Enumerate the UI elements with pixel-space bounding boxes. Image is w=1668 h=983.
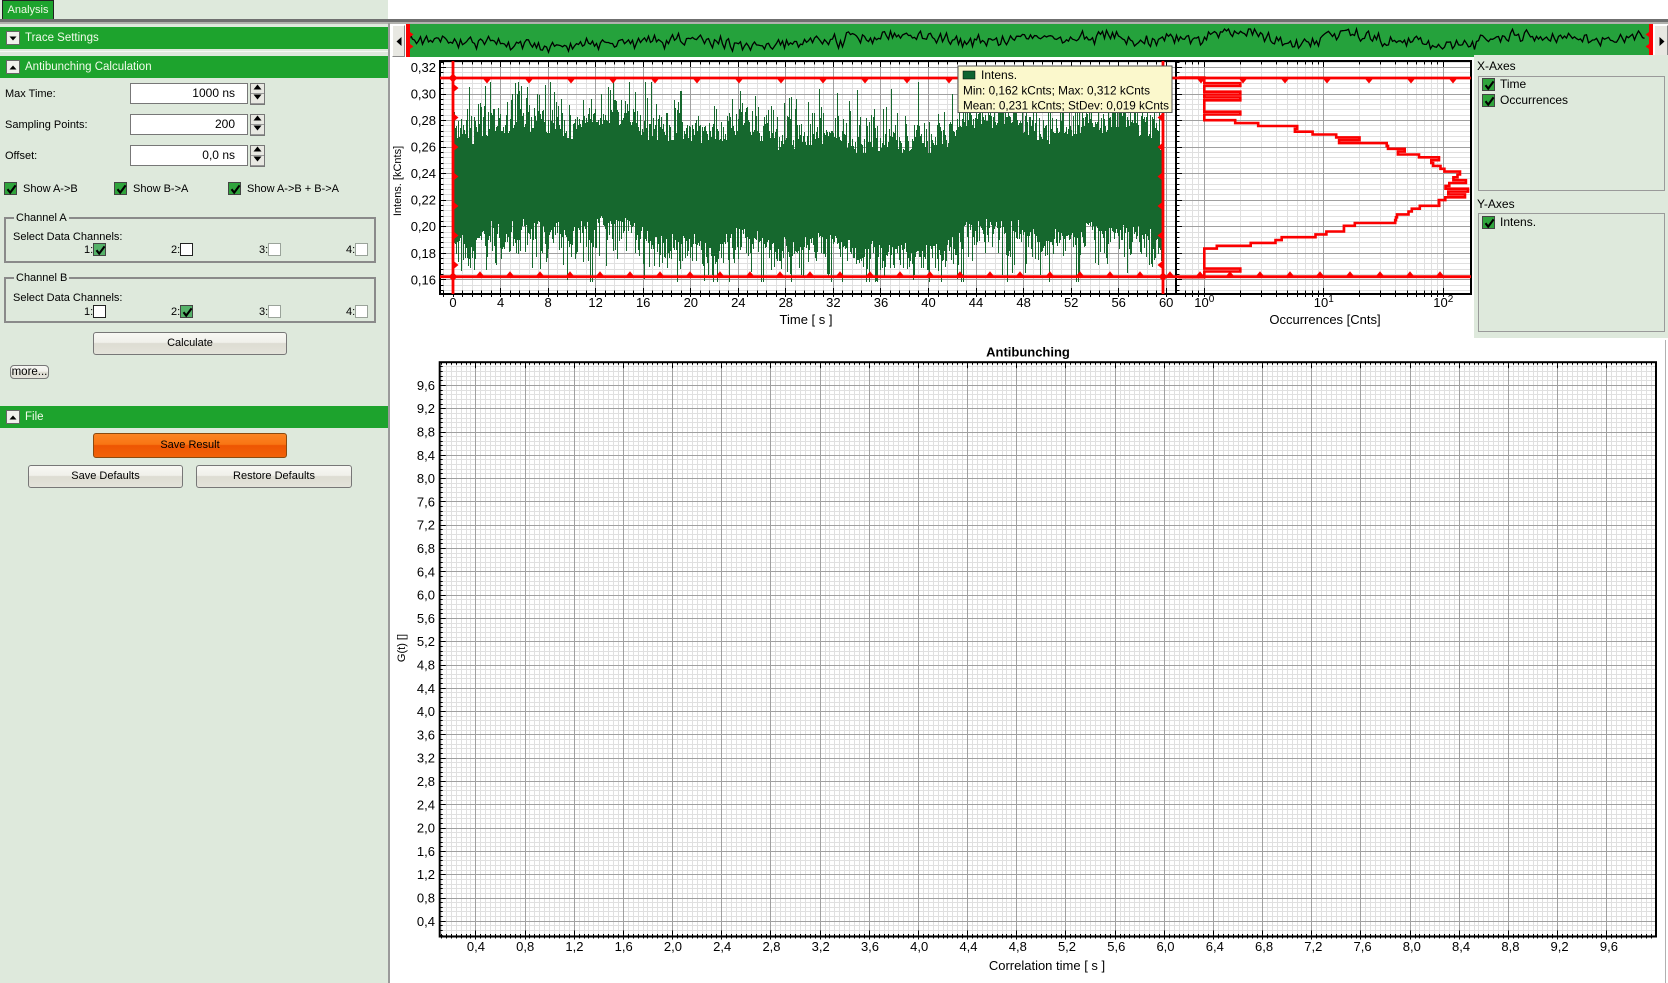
svg-text:9,6: 9,6 (1600, 939, 1618, 954)
svg-text:8,8: 8,8 (417, 425, 435, 440)
svg-text:4,0: 4,0 (910, 939, 928, 954)
svg-text:56: 56 (1111, 295, 1125, 310)
svg-text:4,4: 4,4 (417, 681, 435, 696)
svg-text:3,6: 3,6 (861, 939, 879, 954)
svg-text:4,4: 4,4 (959, 939, 977, 954)
svg-text:8,8: 8,8 (1501, 939, 1519, 954)
svg-text:52: 52 (1064, 295, 1078, 310)
svg-text:3,2: 3,2 (812, 939, 830, 954)
svg-text:2,0: 2,0 (417, 821, 435, 836)
svg-text:5,6: 5,6 (1107, 939, 1125, 954)
svg-text:9,6: 9,6 (417, 378, 435, 393)
svg-text:4,8: 4,8 (417, 658, 435, 673)
svg-text:102: 102 (1433, 294, 1453, 310)
svg-text:5,2: 5,2 (417, 634, 435, 649)
svg-text:Min: 0,162 kCnts; Max: 0,312 k: Min: 0,162 kCnts; Max: 0,312 kCnts (963, 84, 1150, 98)
svg-text:Correlation time [ s ]: Correlation time [ s ] (989, 958, 1105, 973)
svg-text:0,4: 0,4 (467, 939, 485, 954)
svg-text:7,2: 7,2 (1304, 939, 1322, 954)
svg-text:101: 101 (1314, 294, 1334, 310)
svg-text:8,0: 8,0 (1403, 939, 1421, 954)
svg-text:5,6: 5,6 (417, 611, 435, 626)
svg-text:1,2: 1,2 (565, 939, 583, 954)
svg-text:2,4: 2,4 (417, 797, 435, 812)
svg-text:20: 20 (684, 295, 698, 310)
svg-text:1,2: 1,2 (417, 867, 435, 882)
svg-text:Mean: 0,231 kCnts; StDev: 0,01: Mean: 0,231 kCnts; StDev: 0,019 kCnts (963, 99, 1169, 113)
svg-text:28: 28 (779, 295, 793, 310)
svg-text:6,8: 6,8 (1255, 939, 1273, 954)
svg-text:0,4: 0,4 (417, 914, 435, 929)
svg-text:Time [ s ]: Time [ s ] (780, 312, 833, 327)
svg-text:0,20: 0,20 (411, 219, 436, 234)
svg-text:Intens.: Intens. (981, 68, 1017, 82)
svg-text:2,8: 2,8 (417, 774, 435, 789)
svg-text:1,6: 1,6 (615, 939, 633, 954)
svg-text:9,2: 9,2 (1551, 939, 1569, 954)
svg-text:1,6: 1,6 (417, 844, 435, 859)
svg-text:24: 24 (731, 295, 745, 310)
svg-text:0,26: 0,26 (411, 140, 436, 155)
svg-text:0,18: 0,18 (411, 246, 436, 261)
svg-text:4,0: 4,0 (417, 704, 435, 719)
svg-text:40: 40 (921, 295, 935, 310)
svg-text:5,2: 5,2 (1058, 939, 1076, 954)
svg-text:16: 16 (636, 295, 650, 310)
svg-text:12: 12 (588, 295, 602, 310)
svg-text:7,6: 7,6 (417, 494, 435, 509)
svg-text:60: 60 (1159, 295, 1173, 310)
svg-text:0,22: 0,22 (411, 193, 436, 208)
svg-text:32: 32 (826, 295, 840, 310)
svg-text:3,2: 3,2 (417, 751, 435, 766)
svg-text:7,6: 7,6 (1354, 939, 1372, 954)
svg-text:0,8: 0,8 (516, 939, 534, 954)
svg-text:G(t) []: G(t) [] (396, 634, 408, 662)
svg-text:3,6: 3,6 (417, 727, 435, 742)
svg-text:4: 4 (497, 295, 504, 310)
svg-text:0,8: 0,8 (417, 891, 435, 906)
svg-text:44: 44 (969, 295, 983, 310)
svg-text:48: 48 (1016, 295, 1030, 310)
svg-text:9,2: 9,2 (417, 401, 435, 416)
svg-text:4,8: 4,8 (1009, 939, 1027, 954)
svg-text:Occurrences [Cnts]: Occurrences [Cnts] (1269, 312, 1380, 327)
svg-text:2,8: 2,8 (762, 939, 780, 954)
svg-text:7,2: 7,2 (417, 518, 435, 533)
svg-text:8,0: 8,0 (417, 471, 435, 486)
svg-text:6,0: 6,0 (1156, 939, 1174, 954)
svg-text:6,4: 6,4 (417, 564, 435, 579)
svg-text:2,0: 2,0 (664, 939, 682, 954)
svg-text:8,4: 8,4 (417, 448, 435, 463)
svg-text:Antibunching: Antibunching (986, 345, 1070, 360)
svg-text:6,8: 6,8 (417, 541, 435, 556)
svg-text:0,32: 0,32 (411, 60, 436, 75)
svg-text:36: 36 (874, 295, 888, 310)
svg-text:Intens. [kCnts]: Intens. [kCnts] (392, 146, 404, 216)
svg-text:0: 0 (449, 295, 456, 310)
svg-text:6,4: 6,4 (1206, 939, 1224, 954)
svg-text:8,4: 8,4 (1452, 939, 1470, 954)
svg-text:0,30: 0,30 (411, 87, 436, 102)
svg-text:100: 100 (1194, 294, 1214, 310)
svg-text:2,4: 2,4 (713, 939, 731, 954)
svg-text:0,16: 0,16 (411, 272, 436, 287)
svg-text:0,28: 0,28 (411, 113, 436, 128)
svg-text:8: 8 (544, 295, 551, 310)
svg-text:0,24: 0,24 (411, 166, 436, 181)
svg-text:6,0: 6,0 (417, 588, 435, 603)
